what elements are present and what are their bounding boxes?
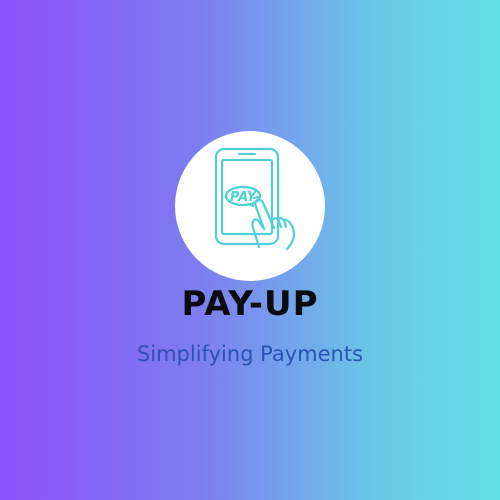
phone-pay-tap-icon: PAY xyxy=(214,147,296,251)
logo-badge: PAY xyxy=(175,131,325,281)
brand-name: PAY-UP xyxy=(181,284,319,324)
brand-tagline: Simplifying Payments xyxy=(136,342,364,366)
pay-button-label: PAY xyxy=(230,190,258,205)
